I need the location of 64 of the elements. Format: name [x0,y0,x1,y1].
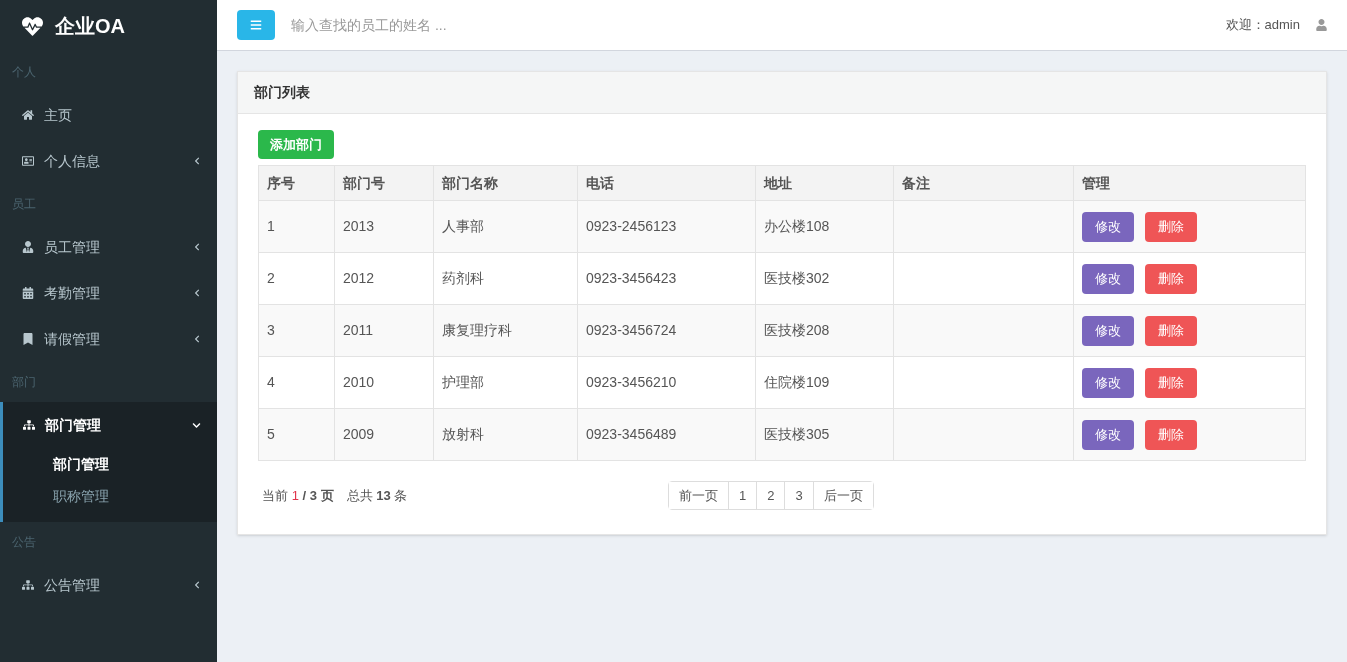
table-cell: 4 [267,374,275,390]
item-icon [22,333,34,345]
table-cell: 1 [267,218,275,234]
table-cell: 0923-2456123 [586,218,677,234]
item-icon [22,579,34,591]
search-field[interactable]: 输入查找的员工的姓名 ... [291,14,591,36]
table-cell: 住院楼109 [764,374,830,390]
table-cell: 0923-3456210 [586,374,677,390]
brand-title: 企业OA [55,14,125,39]
sidebar-item[interactable]: 部门管理 [3,402,217,448]
welcome-text: 欢迎：admin [1225,16,1300,35]
table-cell: 3 [267,322,275,338]
column-header: 部门号 [334,165,434,201]
column-header: 地址 [755,165,894,201]
column-header: 管理 [1073,165,1306,201]
heartbeat-icon [22,15,43,37]
column-header: 部门名称 [433,165,578,201]
table-cell: 2013 [343,218,375,234]
pager-info: 当前 1 / 3 页 总共 13 条 [261,486,409,505]
sidebar-item[interactable]: 主页 [0,92,217,138]
table-cell: 2012 [343,270,375,286]
table-cell: 0923-3456489 [586,426,677,442]
table-cell: 人事部 [442,218,484,234]
table-cell: 2010 [343,374,375,390]
sidebar-item[interactable]: 考勤管理 [0,270,217,316]
menu-button[interactable] [237,10,275,40]
item-icon [22,241,34,253]
table-cell: 0923-3456423 [586,270,677,286]
item-icon [23,419,35,431]
table-cell: 5 [267,426,275,442]
sidebar-item[interactable]: 请假管理 [0,316,217,362]
table-cell: 医技楼302 [764,270,830,286]
page-button[interactable]: 后一页 [812,482,873,509]
panel-title: 部门列表 [254,83,310,102]
edit-button[interactable]: 修改 [1082,367,1134,398]
table-cell: 0923-3456724 [586,322,677,338]
table-cell: 药剂科 [442,270,484,286]
sidebar-item[interactable]: 员工管理 [0,224,217,270]
item-icon [22,155,34,167]
column-header: 备注 [893,165,1074,201]
menu-icon [250,19,262,31]
sidebar-item[interactable]: 个人信息 [0,138,217,184]
table-cell: 办公楼108 [764,218,830,234]
edit-button[interactable]: 修改 [1082,263,1134,294]
table-cell: 医技楼208 [764,322,830,338]
edit-button[interactable]: 修改 [1082,419,1134,450]
item-icon [22,287,34,299]
column-header: 电话 [577,165,756,201]
column-header: 序号 [258,165,335,201]
submenu-item[interactable]: 部门管理 [53,453,109,475]
sidebar-section-header: 个人 [12,64,36,81]
sidebar-item[interactable]: 公告管理 [0,562,217,608]
table-cell: 2 [267,270,275,286]
edit-button[interactable]: 修改 [1082,211,1134,242]
table-cell: 康复理疗科 [442,322,512,338]
submenu-item[interactable]: 职称管理 [53,485,109,507]
table-cell: 放射科 [442,426,484,442]
table-cell: 2011 [343,322,374,338]
edit-button[interactable]: 修改 [1082,315,1134,346]
table-cell: 2009 [343,426,375,442]
table-cell: 医技楼305 [764,426,830,442]
item-icon [22,109,34,121]
table-cell: 护理部 [442,374,484,390]
user-icon[interactable] [1316,19,1327,31]
